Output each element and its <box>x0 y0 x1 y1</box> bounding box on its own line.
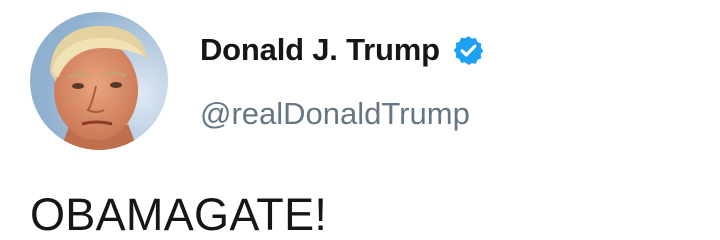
tweet-card: Donald J. Trump @realDonaldTrump OBAMAGA… <box>0 0 720 240</box>
user-handle[interactable]: @realDonaldTrump <box>200 90 470 138</box>
avatar-image <box>30 12 168 150</box>
display-name[interactable]: Donald J. Trump <box>200 32 440 68</box>
tweet-text: OBAMAGATE! <box>30 189 328 240</box>
author-name-row: Donald J. Trump <box>200 26 485 74</box>
avatar[interactable] <box>30 12 168 150</box>
verified-badge-icon <box>452 34 485 67</box>
